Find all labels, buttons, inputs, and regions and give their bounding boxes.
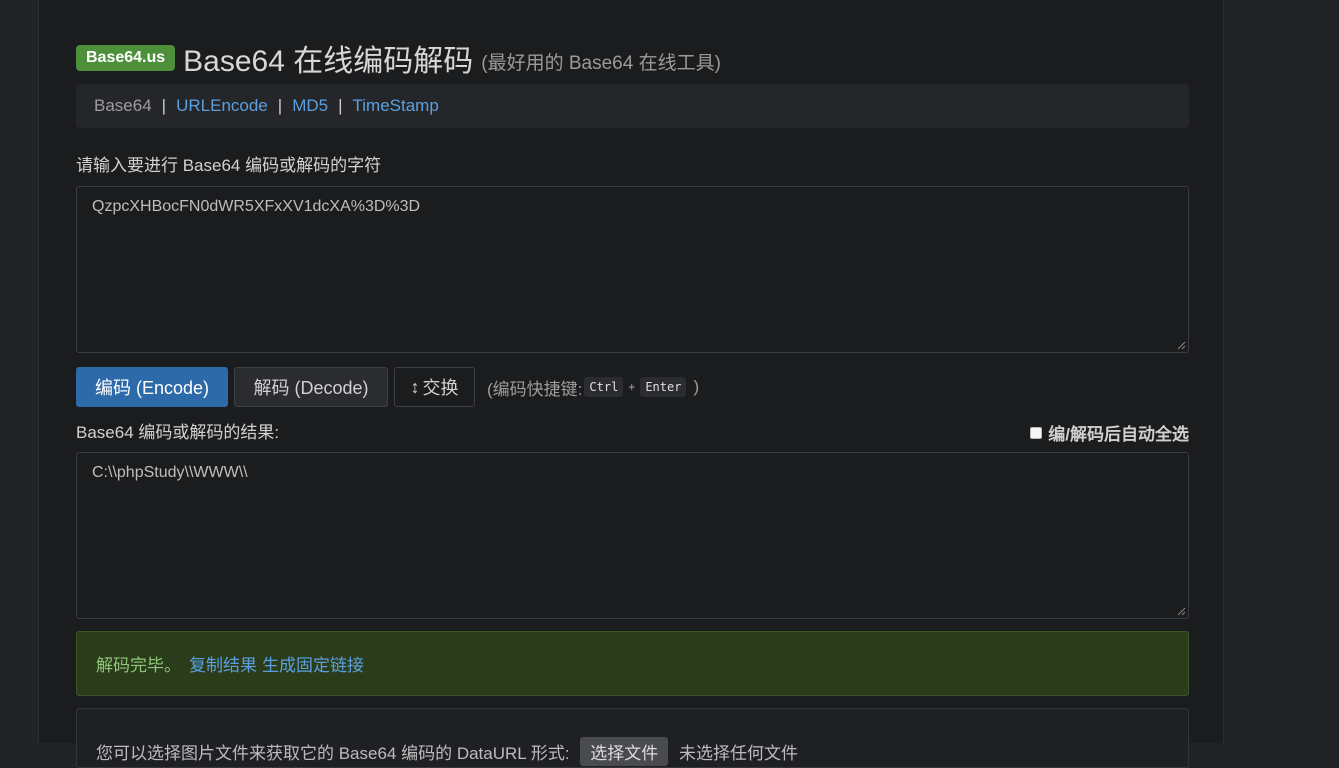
auto-select-option[interactable]: 编/解码后自动全选 [1030,420,1189,445]
page-container: Base64.us Base64 在线编码解码 (最好用的 Base64 在线工… [38,0,1224,768]
output-textarea[interactable]: C:\\phpStudy\\WWW\\ [76,452,1189,619]
file-status: 未选择任何文件 [679,744,799,763]
swap-label: 交换 [422,378,459,398]
input-label: 请输入要进行 Base64 编码或解码的字符 [76,156,382,175]
auto-select-label: 编/解码后自动全选 [1048,425,1189,444]
swap-arrows-icon: ↕ [410,376,420,397]
shortcut-prefix: (编码快捷键: [487,379,583,399]
output-text: C:\\phpStudy\\WWW\\ [92,464,248,481]
nav-separator: | [338,96,343,115]
nav-separator: | [161,96,167,115]
input-text: QzpcXHBocFN0dWR5XFxXV1dcXA%3D%3D [92,198,421,215]
shortcut-suffix: ) [693,377,700,396]
status-message: 解码完毕。 [96,656,181,675]
key-ctrl: Ctrl [584,377,624,397]
decode-button[interactable]: 解码 (Decode) [234,367,388,407]
result-label: Base64 编码或解码的结果: [76,423,280,442]
key-plus: + [628,380,636,394]
nav-item-md5[interactable]: MD5 [292,96,328,116]
swap-button[interactable]: ↕ 交换 [394,367,475,407]
input-textarea[interactable]: QzpcXHBocFN0dWR5XFxXV1dcXA%3D%3D [76,186,1189,353]
choose-file-button[interactable]: 选择文件 [580,737,669,766]
action-row: 编码 (Encode) 解码 (Decode) ↕ 交换 (编码快捷键: Ctr… [76,366,699,408]
resize-grip-icon[interactable] [1176,606,1186,616]
page-subtitle: (最好用的 Base64 在线工具) [481,52,721,74]
nav-item-timestamp[interactable]: TimeStamp [353,96,439,116]
brand-badge[interactable]: Base64.us [76,45,176,71]
file-panel-text: 您可以选择图片文件来获取它的 Base64 编码的 DataURL 形式: [96,744,570,763]
nav-item-base64: Base64 [94,96,152,115]
auto-select-checkbox[interactable] [1030,426,1043,439]
tool-nav: Base64 | URLEncode | MD5 | TimeStamp [76,84,1189,128]
copy-result-link[interactable]: 复制结果 [189,651,257,676]
resize-grip-icon[interactable] [1176,340,1186,350]
title-row: Base64.us Base64 在线编码解码 (最好用的 Base64 在线工… [76,38,721,78]
nav-separator: | [277,96,283,115]
page-title: Base64 在线编码解码 [183,45,474,78]
shortcut-hint: (编码快捷键: Ctrl + Enter ) [487,375,699,400]
permalink-link[interactable]: 生成固定链接 [262,651,364,676]
encode-button[interactable]: 编码 (Encode) [76,367,228,407]
file-panel: 您可以选择图片文件来获取它的 Base64 编码的 DataURL 形式: 选择… [76,708,1189,768]
key-enter: Enter [640,377,687,397]
status-alert: 解码完毕。 复制结果 生成固定链接 [76,631,1189,696]
nav-item-urlencode[interactable]: URLEncode [176,96,268,116]
